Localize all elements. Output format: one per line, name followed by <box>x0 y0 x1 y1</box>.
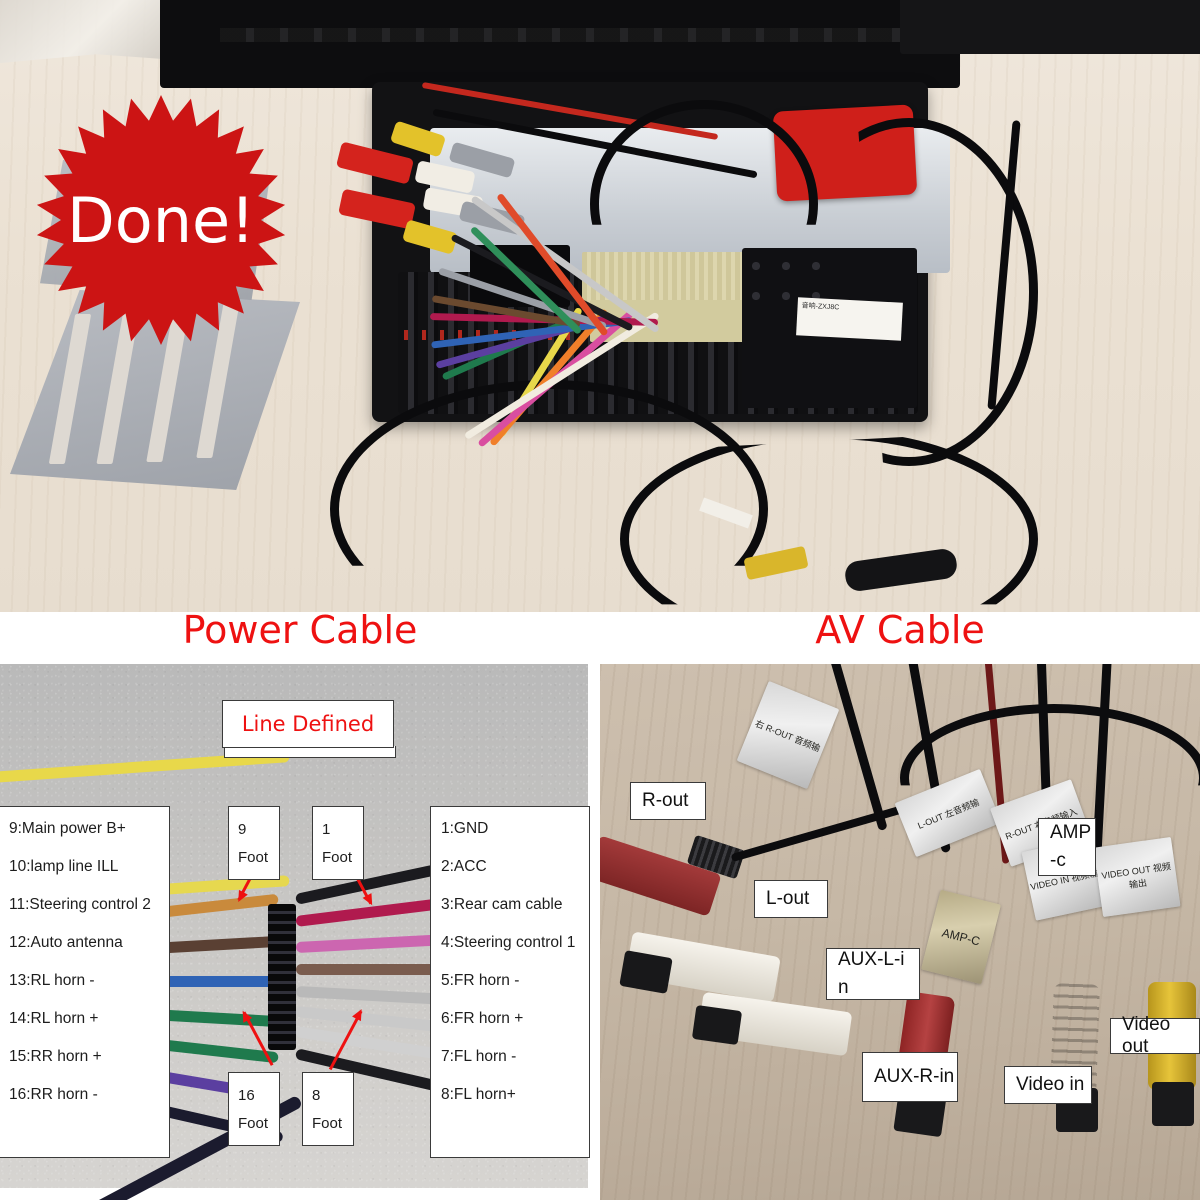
pin-left-item: 12:Auto antenna <box>9 934 123 951</box>
av-label-amp-c-line2: -c <box>1050 850 1066 871</box>
av-label-amp-c-line1: AMP <box>1050 822 1092 844</box>
pin-list-right: 1:GND 2:ACC 3:Rear cam cable 4:Steering con… <box>430 806 590 1158</box>
av-label-amp-c: AMP -c <box>1038 818 1096 876</box>
cable-tag-video-out: VIDEO OUT 视频输出 <box>1093 836 1181 918</box>
monitor-back-right <box>900 0 1200 54</box>
av-label-aux-r-in: AUX-R-in <box>862 1052 958 1102</box>
foot-marker-9-number: 9 <box>238 820 247 838</box>
pin-left-item: 10:lamp line ILL <box>9 858 119 875</box>
rca-barrel-video-out <box>1152 1082 1194 1126</box>
pin-list-left: 9:Main power B+ 10:lamp line ILL 11:Steeri… <box>0 806 170 1158</box>
foot-marker-8-unit: Foot <box>312 1114 343 1132</box>
foot-marker-9-unit: Foot <box>238 848 269 866</box>
pin-right-item: 4:Steering control 1 <box>441 934 576 951</box>
pin-right-item: 6:FR horn + <box>441 1010 524 1027</box>
foot-marker-1: 1 Foot <box>312 806 364 880</box>
foot-marker-16-number: 16 <box>238 1086 255 1104</box>
pin-right-item: 1:GND <box>441 820 489 837</box>
av-label-aux-l-in: AUX-L-i n <box>826 948 920 1000</box>
pin-left-item: 16:RR horn - <box>9 1086 98 1103</box>
av-label-aux-l-in-line1: AUX-L-i <box>838 949 905 971</box>
av-label-r-out: R-out <box>630 782 706 820</box>
screenshot-root: 音响-ZXJ8C Done! Power Cable AV Cable Line… <box>0 0 1200 1200</box>
pin-right-item: 8:FL horn+ <box>441 1086 516 1103</box>
top-photo-head-unit: 音响-ZXJ8C Done! <box>0 0 1200 612</box>
pin-left-item: 15:RR horn + <box>9 1048 102 1065</box>
av-label-l-out: L-out <box>754 880 828 918</box>
av-cable-panel: 右 R-OUT 音频输 L-OUT 左音频输 R-OUT 右音频输入 AMP-C… <box>600 664 1200 1200</box>
av-label-video-out: Video out <box>1110 1014 1200 1057</box>
foot-marker-8: 8 Foot <box>302 1072 354 1146</box>
rca-barrel-aux-l-in <box>691 1004 743 1046</box>
banner-power-cable: Power Cable <box>182 608 418 652</box>
pin-right-item: 5:FR horn - <box>441 972 520 989</box>
foot-marker-1-unit: Foot <box>322 848 353 866</box>
av-label-aux-l-in-line2: n <box>838 977 849 998</box>
iso-connector-block <box>268 904 296 1050</box>
foot-marker-1-number: 1 <box>322 820 331 838</box>
pin-left-item: 11:Steering control 2 <box>9 896 151 913</box>
av-cable-photo: 右 R-OUT 音频输 L-OUT 左音频输 R-OUT 右音频输入 AMP-C… <box>600 664 1200 1200</box>
pin-left-item: 9:Main power B+ <box>9 820 126 837</box>
foot-marker-9: 9 Foot <box>228 806 280 880</box>
foot-marker-16-unit: Foot <box>238 1114 269 1132</box>
pin-right-item: 3:Rear cam cable <box>441 896 563 913</box>
pin-right-item: 2:ACC <box>441 858 487 875</box>
foot-marker-8-number: 8 <box>312 1086 321 1104</box>
pin-left-item: 14:RL horn + <box>9 1010 99 1027</box>
foot-marker-16: 16 Foot <box>228 1072 280 1146</box>
done-badge: Done! <box>36 95 286 345</box>
monitor-back <box>160 0 960 88</box>
done-badge-label: Done! <box>67 183 255 257</box>
av-label-video-in: Video in <box>1004 1066 1092 1104</box>
pin-left-item: 13:RL horn - <box>9 972 95 989</box>
line-defined-box: Line Defined <box>222 700 394 748</box>
banner-av-cable: AV Cable <box>815 608 985 652</box>
pin-right-item: 7:FL horn - <box>441 1048 517 1065</box>
